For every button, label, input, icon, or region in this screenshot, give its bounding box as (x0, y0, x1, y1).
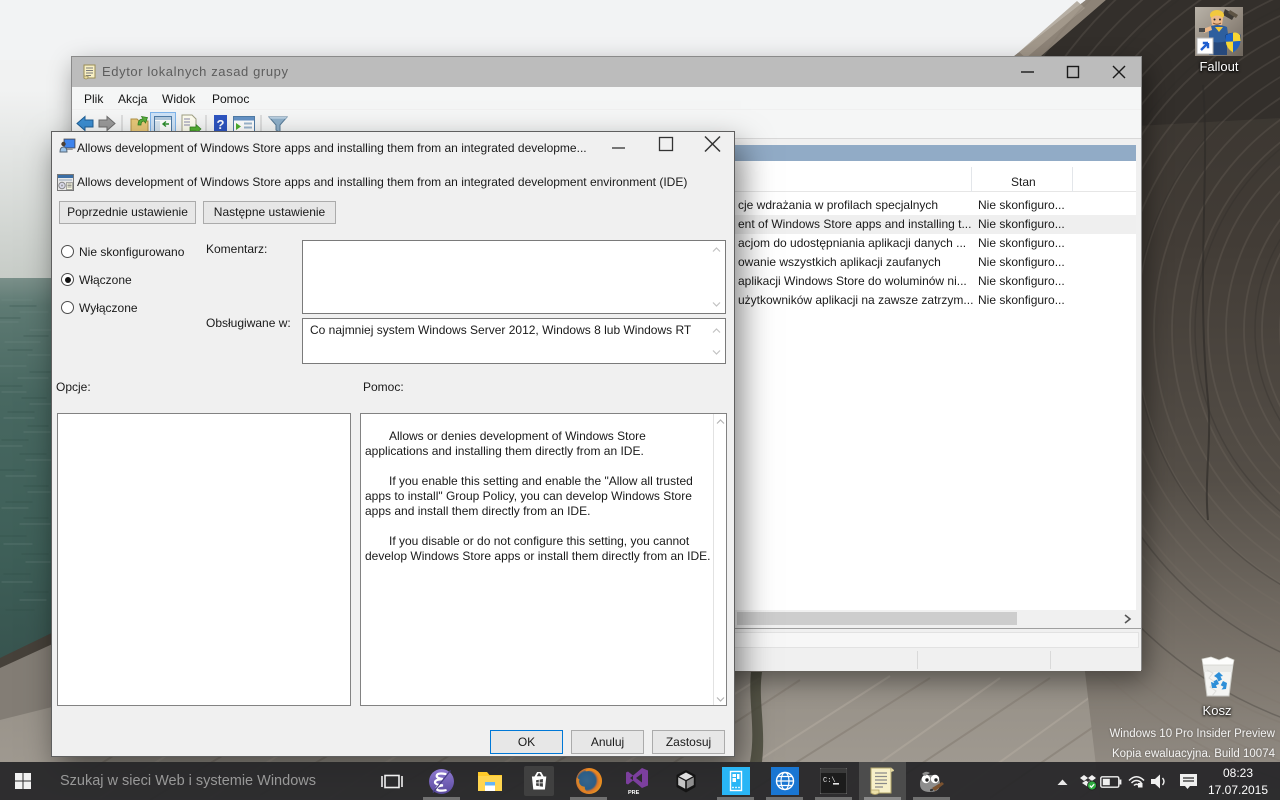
svg-text:?: ? (217, 117, 225, 132)
svg-text:PRE: PRE (628, 790, 640, 795)
